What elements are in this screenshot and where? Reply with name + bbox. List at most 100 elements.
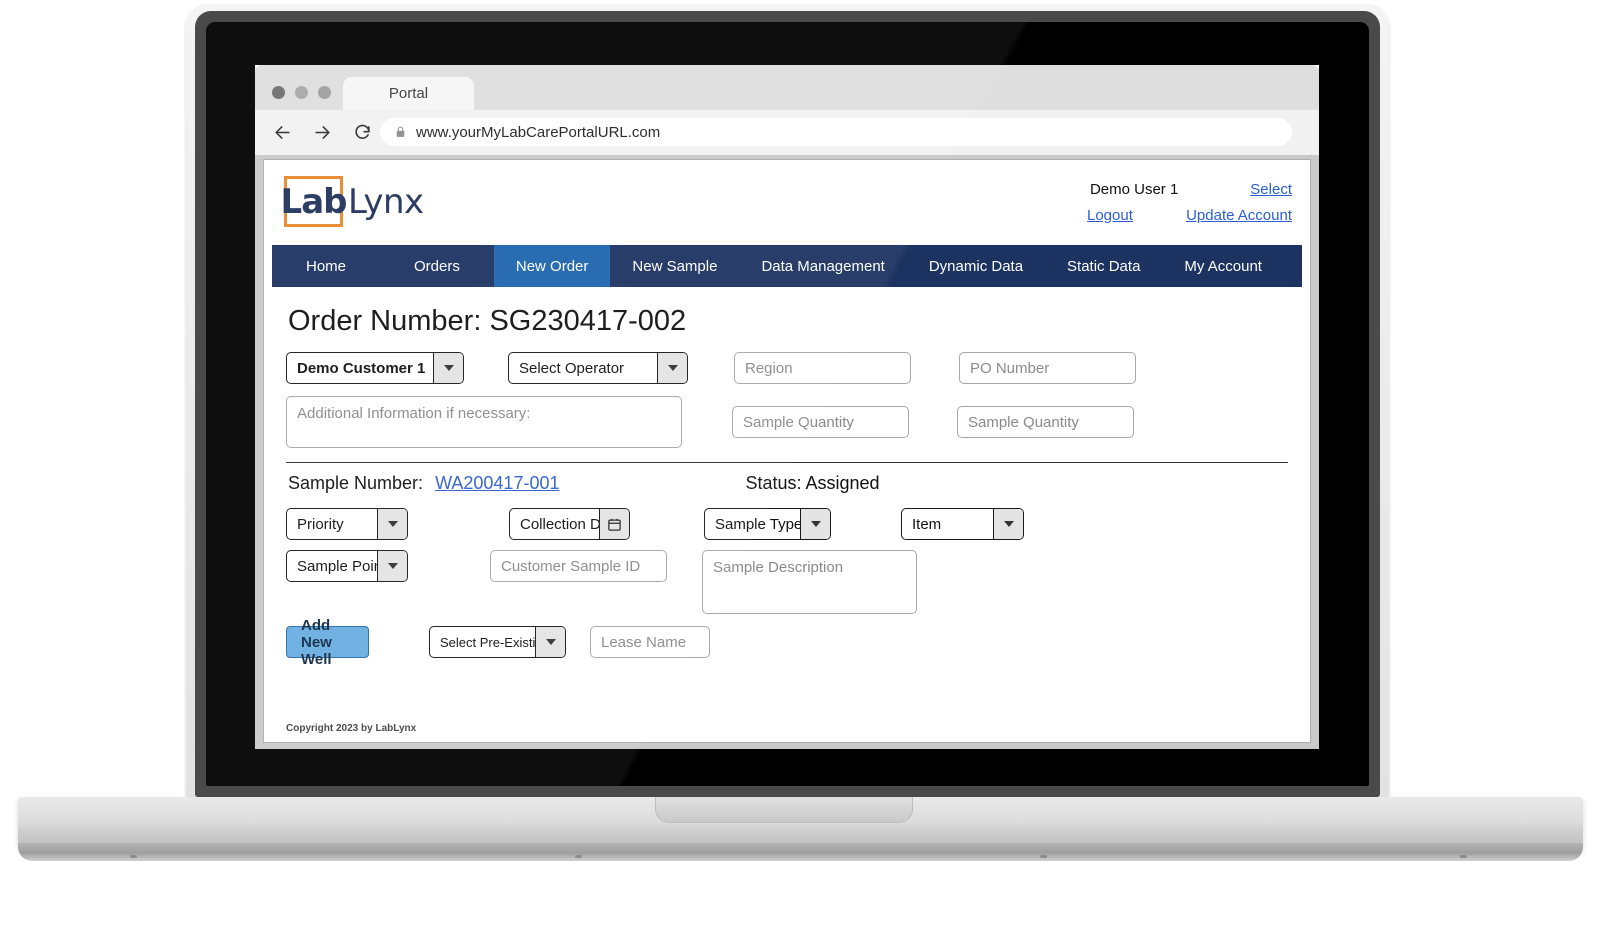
collection-date-value: Collection Date [520,515,622,533]
nav-item-home[interactable]: Home [272,245,380,287]
chevron-down-icon[interactable] [657,353,687,383]
chevron-down-icon[interactable] [433,353,463,383]
customer-sample-id-placeholder: Customer Sample ID [501,557,641,575]
sample-number-label: Sample Number: [288,473,424,493]
logout-link[interactable]: Logout [1087,207,1133,224]
nav-item-my-account[interactable]: My Account [1162,245,1284,287]
nav-item-static-data[interactable]: Static Data [1045,245,1162,287]
nav-label: Data Management [761,257,885,275]
account-row-top: Demo User 1 Select [982,176,1292,202]
add-new-well-label: Add New Well [301,616,332,668]
sample-quantity-1-placeholder: Sample Quantity [743,413,854,431]
nav-label: Orders [414,257,460,275]
forward-arrow-icon[interactable] [309,120,335,146]
browser-tab-portal[interactable]: Portal [343,77,474,110]
region-input[interactable]: Region [734,352,911,384]
sample-description-textarea[interactable]: Sample Description [702,550,917,614]
order-row-2: Additional Information if necessary: Sam… [286,396,1288,448]
logo-lab-text: Lab [280,181,348,222]
priority-select[interactable]: Priority [286,508,408,540]
operator-select-value: Select Operator [519,359,625,377]
maximize-window-dot[interactable] [318,86,331,99]
laptop-base-lip [18,843,1583,861]
chevron-down-icon[interactable] [535,627,565,657]
collection-date-field[interactable]: Collection Date [509,508,630,540]
laptop-foot [575,855,582,858]
browser-tab-label: Portal [388,85,429,102]
additional-info-placeholder: Additional Information if necessary: [297,405,531,422]
sample-number-link[interactable]: WA200417-001 [435,473,559,494]
item-select[interactable]: Item [901,508,1024,540]
nav-label: Static Data [1067,257,1141,275]
browser-tabstrip: Portal [255,65,1319,110]
lock-icon [394,125,407,139]
operator-select[interactable]: Select Operator [508,352,688,384]
laptop-foot [1040,855,1047,858]
pre-existing-well-value: Select Pre-Existing Well [440,634,535,650]
sample-point-select[interactable]: Sample Point [286,550,408,582]
lease-name-placeholder: Lease Name [601,633,687,651]
account-row-bottom: Logout Update Account [982,202,1292,228]
nav-item-orders[interactable]: Orders [380,245,494,287]
lease-name-input[interactable]: Lease Name [590,626,710,658]
nav-label: New Order [515,257,589,275]
account-block: Demo User 1 Select Logout Update Account [982,176,1292,228]
window-controls[interactable] [272,86,331,99]
minimize-window-dot[interactable] [295,86,308,99]
section-divider [286,462,1288,463]
chevron-down-icon[interactable] [993,509,1023,539]
nav-item-new-order[interactable]: New Order [493,245,611,287]
sample-quantity-2-input[interactable]: Sample Quantity [957,406,1134,438]
nav-item-new-sample[interactable]: New Sample [610,245,739,287]
sample-type-select-value: Sample Type [715,515,800,533]
browser-window: Portal www.yourMyLabCarePortalURL.com La… [255,65,1319,749]
user-name: Demo User 1 [1089,180,1179,198]
chevron-down-icon[interactable] [800,509,830,539]
additional-info-textarea[interactable]: Additional Information if necessary: [286,396,682,448]
select-link[interactable]: Select [1250,181,1292,198]
page-content: Order Number: SG230417-002 Demo Customer… [264,287,1310,668]
sample-row-1: Priority Collection Date Sample Type Ite… [286,508,1288,540]
laptop-foot [130,855,137,858]
browser-viewport: Lab Lynx Demo User 1 Select Logout Updat… [255,155,1319,749]
nav-label: My Account [1184,257,1262,275]
sample-quantity-1-input[interactable]: Sample Quantity [732,406,909,438]
sample-header: Sample Number: WA200417-001 Status: Assi… [288,473,1288,494]
logo-lynx-text: Lynx [348,182,424,222]
url-text: www.yourMyLabCarePortalURL.com [416,123,661,141]
app-header: Lab Lynx Demo User 1 Select Logout Updat… [264,160,1310,245]
url-bar[interactable]: www.yourMyLabCarePortalURL.com [380,118,1292,146]
page-title: Order Number: SG230417-002 [288,305,687,337]
nav-item-data-management[interactable]: Data Management [739,245,906,287]
add-new-well-button[interactable]: Add New Well [286,617,369,668]
nav-label: Dynamic Data [928,257,1024,275]
item-select-value: Item [912,515,942,533]
update-account-link[interactable]: Update Account [1186,207,1292,224]
calendar-icon[interactable] [599,509,629,539]
sample-description-placeholder: Sample Description [713,559,844,576]
sample-point-select-value: Sample Point [297,557,377,575]
screenshot-stage: Portal www.yourMyLabCarePortalURL.com La… [0,0,1603,938]
sample-row-2: Sample Point Customer Sample ID Sample D… [286,550,1288,614]
nav-item-dynamic-data[interactable]: Dynamic Data [907,245,1045,287]
customer-sample-id-input[interactable]: Customer Sample ID [490,550,667,582]
priority-select-value: Priority [297,515,344,533]
chevron-down-icon[interactable] [377,551,407,581]
customer-select-value: Demo Customer 1 [297,359,426,377]
nav-label: New Sample [632,257,718,275]
copyright-text: Copyright 2023 by LabLynx [286,723,417,734]
customer-select[interactable]: Demo Customer 1 [286,352,464,384]
close-window-dot[interactable] [272,86,285,99]
po-number-input[interactable]: PO Number [959,352,1136,384]
sample-type-select[interactable]: Sample Type [704,508,831,540]
status-badge: Status: Assigned [745,473,880,493]
reload-icon[interactable] [349,120,375,146]
back-arrow-icon[interactable] [269,120,295,146]
pre-existing-well-select[interactable]: Select Pre-Existing Well [429,626,566,658]
chevron-down-icon[interactable] [377,509,407,539]
nav-label: Home [306,257,347,275]
portal-page: Lab Lynx Demo User 1 Select Logout Updat… [263,159,1311,743]
main-nav: Home Orders New Order New Sample Data Ma… [272,245,1302,287]
sample-quantity-2-placeholder: Sample Quantity [968,413,1079,431]
laptop-trackpad-notch [655,797,913,823]
